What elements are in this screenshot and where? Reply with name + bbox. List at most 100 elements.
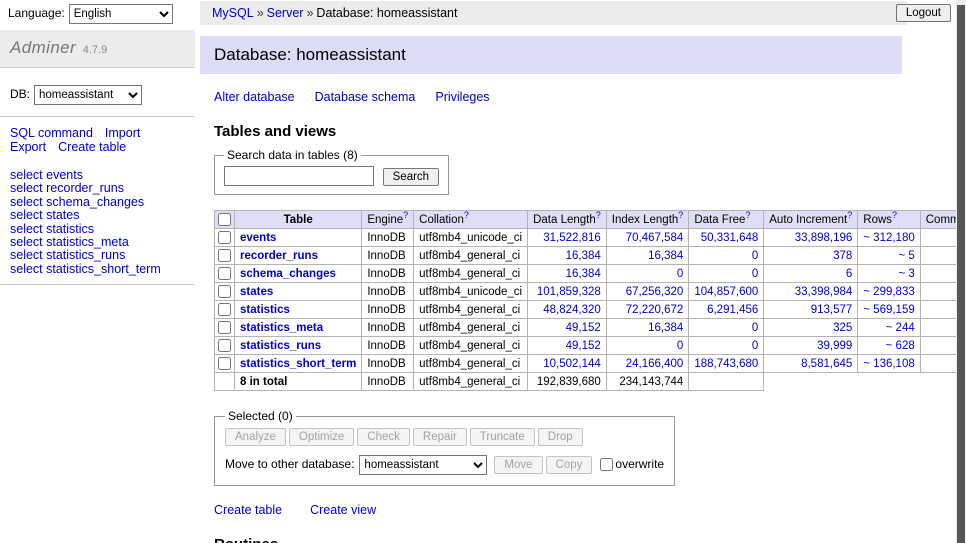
copy-button[interactable]: Copy [546,456,593,474]
data-free-link[interactable]: 0 [752,322,758,334]
move-db-select[interactable]: homeassistant [359,455,487,475]
index-length-link[interactable]: 0 [677,268,683,280]
help-link[interactable]: ? [464,210,469,220]
table-name-link[interactable]: statistics [240,304,290,316]
selected-action-button[interactable]: Drop [538,428,583,446]
table-name-link[interactable]: states [240,286,273,298]
move-button[interactable]: Move [494,456,542,474]
rows-count-link[interactable]: ~ 312,180 [863,232,914,244]
row-checkbox[interactable] [218,285,231,298]
vertical-scrollbar[interactable] [956,0,966,543]
create-link[interactable]: Create table [214,503,282,517]
auto-increment-link[interactable]: 378 [833,250,852,262]
data-length-link[interactable]: 10,502,144 [543,358,601,370]
row-checkbox[interactable] [218,357,231,370]
table-name-link[interactable]: statistics_short_term [240,358,356,370]
auto-increment-link[interactable]: 913,577 [811,304,853,316]
database-action-link[interactable]: Alter database [214,90,295,104]
data-free-link[interactable]: 0 [752,340,758,352]
logout-button[interactable]: Logout [896,4,951,22]
data-free-link[interactable]: 50,331,648 [701,232,759,244]
table-name-link[interactable]: recorder_runs [240,250,318,262]
help-link[interactable]: ? [745,210,750,220]
db-select[interactable]: homeassistant [34,85,142,105]
sidebar-action-link[interactable]: SQL command [10,126,93,140]
help-link[interactable]: ? [847,210,852,220]
auto-increment-link[interactable]: 6 [846,268,852,280]
data-free-link[interactable]: 6,291,456 [707,304,758,316]
index-length-link[interactable]: 0 [677,340,683,352]
create-link[interactable]: Create view [310,503,376,517]
breadcrumb-server-link[interactable]: Server [267,6,304,20]
rows-count-link[interactable]: ~ 628 [886,340,915,352]
sidebar-table-link[interactable]: select statistics_meta [10,236,185,249]
selected-action-button[interactable]: Check [357,428,410,446]
selected-action-button[interactable]: Truncate [470,428,535,446]
sidebar-action-link[interactable]: Export [10,140,46,154]
auto-increment-link[interactable]: 33,898,196 [795,232,853,244]
index-length-link[interactable]: 16,384 [648,322,683,334]
rows-count-link[interactable]: ~ 136,108 [863,358,914,370]
data-length-link[interactable]: 31,522,816 [543,232,601,244]
sidebar-table-link[interactable]: select events [10,169,185,182]
select-all-checkbox[interactable] [218,213,231,226]
auto-increment-link[interactable]: 325 [833,322,852,334]
data-free-link[interactable]: 0 [752,268,758,280]
data-length-link[interactable]: 16,384 [566,250,601,262]
help-link[interactable]: ? [678,210,683,220]
selected-action-button[interactable]: Analyze [225,428,286,446]
selected-action-button[interactable]: Optimize [289,428,354,446]
row-checkbox[interactable] [218,321,231,334]
sidebar-table-link[interactable]: select states [10,209,185,222]
help-link[interactable]: ? [892,210,897,220]
row-checkbox[interactable] [218,249,231,262]
row-checkbox[interactable] [218,231,231,244]
data-free-link[interactable]: 188,743,680 [694,358,758,370]
table-name-link[interactable]: statistics_meta [240,322,323,334]
overwrite-checkbox[interactable] [600,458,613,471]
data-free-link[interactable]: 104,857,600 [694,286,758,298]
index-length-link[interactable]: 16,384 [648,250,683,262]
data-length-link[interactable]: 48,824,320 [543,304,601,316]
selected-action-button[interactable]: Repair [413,428,467,446]
table-name-link[interactable]: events [240,232,276,244]
index-length-link[interactable]: 72,220,672 [626,304,684,316]
index-length-link[interactable]: 67,256,320 [626,286,684,298]
rows-count-link[interactable]: ~ 5 [898,250,914,262]
database-action-link[interactable]: Privileges [435,90,489,104]
auto-increment-link[interactable]: 33,398,984 [795,286,853,298]
sidebar-table-link[interactable]: select recorder_runs [10,182,185,195]
data-length-link[interactable]: 16,384 [566,268,601,280]
rows-count-link[interactable]: ~ 3 [898,268,914,280]
help-link[interactable]: ? [403,210,408,220]
data-length-link[interactable]: 49,152 [566,322,601,334]
row-checkbox[interactable] [218,303,231,316]
sidebar-table-link[interactable]: select schema_changes [10,196,185,209]
sidebar-action-link[interactable]: Import [105,126,140,140]
table-name-link[interactable]: statistics_runs [240,340,321,352]
index-length-link[interactable]: 24,166,400 [626,358,684,370]
auto-increment-link[interactable]: 39,999 [817,340,852,352]
help-link[interactable]: ? [596,210,601,220]
sidebar-table-link[interactable]: select statistics_runs [10,249,185,262]
scrollbar-thumb[interactable] [957,5,965,543]
sidebar-table-link[interactable]: select statistics [10,223,185,236]
index-length-link[interactable]: 70,467,584 [626,232,684,244]
sidebar-table-link[interactable]: select statistics_short_term [10,263,185,276]
row-checkbox[interactable] [218,267,231,280]
rows-count-link[interactable]: ~ 299,833 [863,286,914,298]
data-length-link[interactable]: 49,152 [566,340,601,352]
rows-count-link[interactable]: ~ 244 [886,322,915,334]
rows-count-link[interactable]: ~ 569,159 [863,304,914,316]
search-button[interactable]: Search [383,168,439,186]
data-length-link[interactable]: 101,859,328 [537,286,601,298]
row-checkbox[interactable] [218,339,231,352]
sidebar-action-link[interactable]: Create table [58,140,126,154]
auto-increment-link[interactable]: 8,581,645 [801,358,852,370]
database-action-link[interactable]: Database schema [315,90,416,104]
language-select[interactable]: English [69,4,173,24]
data-free-link[interactable]: 0 [752,250,758,262]
table-name-link[interactable]: schema_changes [240,268,336,280]
search-input[interactable] [224,166,374,186]
breadcrumb-mysql-link[interactable]: MySQL [212,6,254,20]
